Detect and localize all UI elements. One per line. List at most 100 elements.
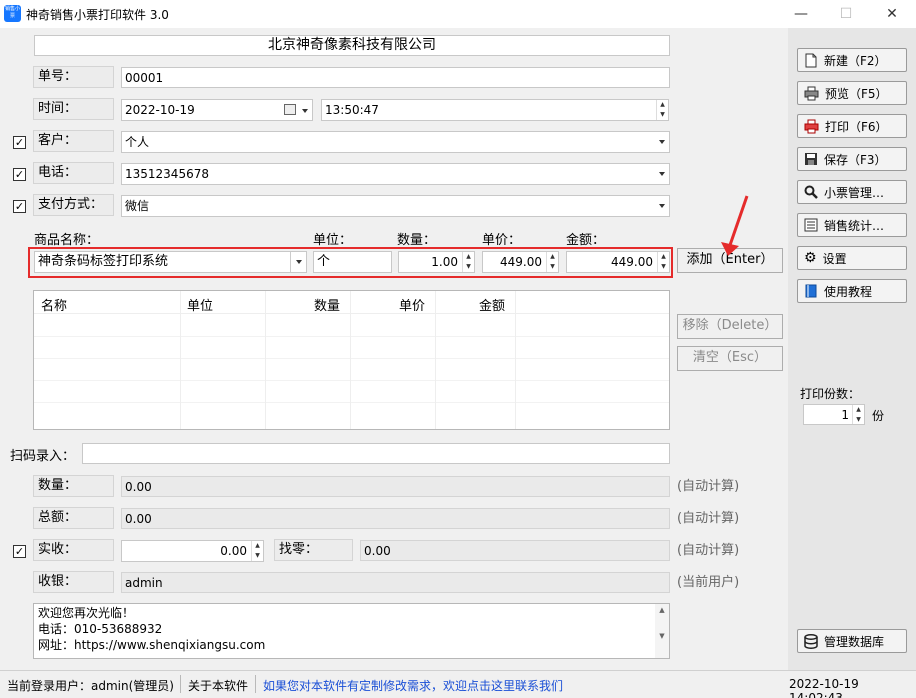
- chevron-down-icon: [659, 204, 665, 208]
- scan-input[interactable]: [82, 443, 670, 464]
- customer-select[interactable]: 个人: [121, 131, 670, 153]
- column-header-unit[interactable]: 单位: [187, 295, 213, 314]
- phone-label: 电话：: [33, 162, 114, 184]
- status-bar: 当前登录用户：admin(管理员) 关于本软件 如果您对本软件有定制修改需求，欢…: [0, 670, 916, 698]
- unit-input[interactable]: 个: [313, 251, 392, 273]
- status-separator: [255, 675, 256, 693]
- close-button[interactable]: ✕: [869, 0, 915, 28]
- preview-button[interactable]: 预览（F5）: [797, 81, 907, 105]
- order-no-input[interactable]: 00001: [121, 67, 670, 88]
- customer-checkbox[interactable]: ✓: [13, 136, 26, 149]
- new-button[interactable]: 新建（F2）: [797, 48, 907, 72]
- time-label: 时间：: [33, 98, 114, 120]
- tutorial-button[interactable]: 使用教程: [797, 279, 907, 303]
- database-management-label: 管理数据库: [824, 634, 885, 649]
- price-spinner[interactable]: 449.00 ▲ ▼: [482, 251, 559, 273]
- chevron-down-icon: [296, 260, 302, 264]
- chevron-down-icon[interactable]: [302, 109, 308, 113]
- sum-total-field: 0.00: [121, 508, 670, 529]
- table-col-line: [515, 291, 516, 429]
- preview-button-label: 预览（F5）: [825, 86, 888, 101]
- company-name-field[interactable]: 北京神奇像素科技有限公司: [34, 35, 670, 56]
- spinner-arrows-icon[interactable]: ▲ ▼: [251, 541, 263, 561]
- about-link[interactable]: 关于本软件: [188, 677, 248, 694]
- spinner-arrows-icon[interactable]: ▲ ▼: [852, 405, 864, 424]
- sum-qty-field: 0.00: [121, 476, 670, 497]
- qty-spinner[interactable]: 1.00 ▲ ▼: [398, 251, 475, 273]
- footer-line-3: 网址：https://www.shenqixiangsu.com: [38, 638, 266, 652]
- phone-checkbox[interactable]: ✓: [13, 168, 26, 181]
- received-label: 实收：: [33, 539, 114, 561]
- item-name-combobox[interactable]: 神奇条码标签打印系统: [34, 251, 307, 273]
- date-picker[interactable]: 2022-10-19: [121, 99, 313, 121]
- printer-icon: [804, 119, 819, 133]
- remove-button[interactable]: 移除（Delete）: [677, 314, 783, 339]
- item-name-label: 商品名称：: [34, 233, 100, 248]
- time-value: 13:50:47: [325, 103, 379, 117]
- received-spinner[interactable]: 0.00 ▲ ▼: [121, 540, 264, 562]
- column-header-name[interactable]: 名称: [41, 295, 67, 314]
- sum-total-label: 总额：: [33, 507, 114, 529]
- amount-spinner[interactable]: 449.00 ▲ ▼: [566, 251, 670, 273]
- payment-checkbox[interactable]: ✓: [13, 200, 26, 213]
- maximize-button[interactable]: ☐: [823, 0, 869, 28]
- settings-button[interactable]: ⚙ 设置: [797, 246, 907, 270]
- status-separator: [180, 675, 181, 693]
- cashier-field: admin: [121, 572, 670, 593]
- received-checkbox[interactable]: ✓: [13, 545, 26, 558]
- column-header-price[interactable]: 单价: [399, 295, 425, 314]
- calendar-icon[interactable]: [284, 104, 296, 115]
- order-no-label: 单号：: [33, 66, 114, 88]
- price-value: 449.00: [500, 255, 542, 269]
- receipt-management-label: 小票管理…: [824, 185, 885, 200]
- column-header-amount[interactable]: 金额: [479, 295, 505, 314]
- receipt-footer-textarea[interactable]: 欢迎您再次光临！ 电话：010-53688932 网址：https://www.…: [33, 603, 670, 659]
- gear-icon: ⚙: [804, 250, 817, 266]
- table-col-line: [180, 291, 181, 429]
- custom-request-link[interactable]: 如果您对本软件有定制修改需求，欢迎点击这里联系我们: [263, 677, 563, 694]
- time-spinner-icon[interactable]: ▲ ▼: [656, 100, 668, 120]
- database-management-button[interactable]: 管理数据库: [797, 629, 907, 653]
- items-table[interactable]: 名称 单位 数量 单价 金额: [33, 290, 670, 430]
- received-value: 0.00: [220, 544, 247, 558]
- time-picker[interactable]: 13:50:47 ▲ ▼: [321, 99, 669, 121]
- printer-preview-icon: [804, 86, 819, 100]
- payment-select[interactable]: 微信: [121, 195, 670, 217]
- change-field: 0.00: [360, 540, 670, 561]
- clear-button[interactable]: 清空（Esc）: [677, 346, 783, 371]
- window-title: 神奇销售小票打印软件 3.0: [26, 8, 169, 22]
- phone-select[interactable]: 13512345678: [121, 163, 670, 185]
- item-dropdown-button[interactable]: [290, 252, 306, 272]
- table-col-line: [435, 291, 436, 429]
- textarea-scrollbar[interactable]: ▲ ▼: [655, 604, 669, 658]
- payment-value: 微信: [125, 199, 150, 213]
- current-user-hint: (当前用户): [677, 575, 740, 590]
- search-icon: [804, 185, 818, 199]
- copies-label: 打印份数：: [800, 387, 861, 401]
- receipt-management-button[interactable]: 小票管理…: [797, 180, 907, 204]
- floppy-disk-icon: [805, 153, 817, 165]
- qty-value: 1.00: [431, 255, 458, 269]
- save-button[interactable]: 保存（F3）: [797, 147, 907, 171]
- spinner-arrows-icon[interactable]: ▲ ▼: [657, 252, 669, 272]
- print-button[interactable]: 打印（F6）: [797, 114, 907, 138]
- copies-spinner[interactable]: 1 ▲ ▼: [803, 404, 865, 425]
- date-value: 2022-10-19: [125, 103, 195, 117]
- copies-value: 1: [841, 408, 849, 422]
- change-label: 找零：: [274, 539, 353, 561]
- payment-label: 支付方式：: [33, 194, 114, 216]
- status-datetime: 2022-10-19 14:02:43: [789, 677, 859, 698]
- table-row-line: [34, 380, 669, 381]
- list-icon: [804, 218, 818, 232]
- spinner-arrows-icon[interactable]: ▲ ▼: [462, 252, 474, 272]
- chevron-down-icon: [659, 172, 665, 176]
- spinner-arrows-icon[interactable]: ▲ ▼: [546, 252, 558, 272]
- minimize-button[interactable]: —: [778, 0, 824, 28]
- auto-calc-hint: (自动计算): [677, 479, 740, 494]
- table-col-line: [350, 291, 351, 429]
- column-header-qty[interactable]: 数量: [314, 295, 340, 314]
- footer-line-2: 电话：010-53688932: [38, 622, 163, 636]
- sales-stats-button[interactable]: 销售统计…: [797, 213, 907, 237]
- phone-value: 13512345678: [125, 167, 209, 181]
- auto-calc-hint: (自动计算): [677, 543, 740, 558]
